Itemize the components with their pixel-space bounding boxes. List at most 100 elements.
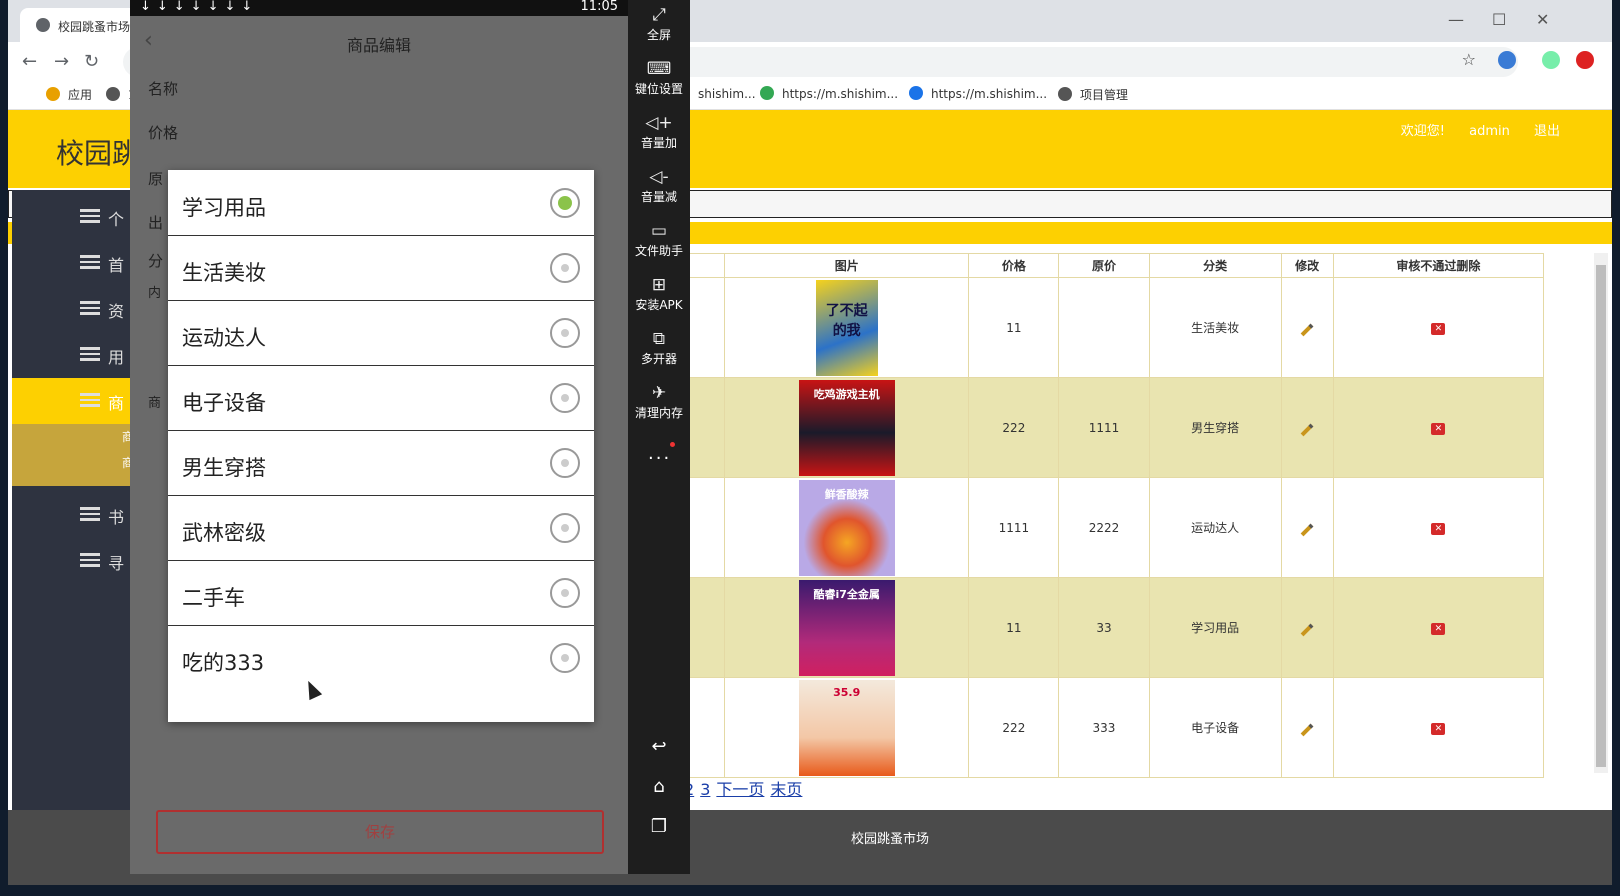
- emulator-tool[interactable]: ▭ 文件助手: [628, 220, 690, 259]
- forward-icon[interactable]: →: [54, 51, 69, 72]
- bookmark-item[interactable]: 项目管理: [1058, 86, 1128, 103]
- clean-memory-icon: ✈: [651, 383, 667, 403]
- close-icon[interactable]: ✕: [1536, 10, 1549, 29]
- home-nav-icon[interactable]: ⌂: [628, 776, 690, 797]
- radio-icon[interactable]: [550, 383, 580, 413]
- radio-icon[interactable]: [550, 513, 580, 543]
- radio-icon[interactable]: [550, 643, 580, 673]
- radio-icon[interactable]: [550, 253, 580, 283]
- delete-icon[interactable]: ✕: [1431, 623, 1446, 635]
- radio-icon[interactable]: [550, 578, 580, 608]
- more-icon[interactable]: ···: [648, 442, 676, 469]
- sidebar-item-label: 资: [108, 302, 125, 321]
- user-link[interactable]: admin: [1469, 124, 1510, 139]
- price-cell: 222: [968, 677, 1060, 778]
- table-row: 鲜香酸辣 1111 2222 运动达人 ✕: [667, 477, 1545, 578]
- sidebar-item[interactable]: 商: [12, 378, 136, 424]
- emulator-tool[interactable]: ✈ 清理内存: [628, 382, 690, 421]
- sidebar-item-label: 书: [108, 508, 125, 527]
- sidebar-item-label: 用: [108, 348, 125, 367]
- category-option[interactable]: 武林密级: [168, 495, 594, 561]
- image-cell: 酷睿i7全金属: [724, 577, 970, 678]
- emulator-tool[interactable]: ◁- 音量减: [628, 166, 690, 205]
- update-icon[interactable]: [1576, 51, 1594, 69]
- bookmark-item[interactable]: 应用: [46, 86, 92, 103]
- delete-icon[interactable]: ✕: [1431, 323, 1446, 335]
- product-image-caption: 鲜香酸辣: [824, 487, 869, 501]
- category-option[interactable]: 生活美妆: [168, 235, 594, 301]
- status-bar: ↓↓↓↓↓↓↓ 11:05: [130, 0, 628, 16]
- reload-icon[interactable]: ↻: [84, 51, 99, 72]
- emulator-tool[interactable]: ⧉ 多开器: [628, 328, 690, 367]
- category-option[interactable]: 电子设备: [168, 365, 594, 431]
- recents-nav-icon[interactable]: ❐: [628, 816, 690, 837]
- pager-link[interactable]: 末页: [770, 780, 802, 799]
- table-row: 吃鸡游戏主机 222 1111 男生穿搭 ✕: [667, 377, 1545, 478]
- product-image: 酷睿i7全金属: [798, 579, 895, 676]
- sidebar-item[interactable]: 书: [12, 492, 136, 538]
- sidebar-item[interactable]: 资: [12, 286, 136, 332]
- bookmark-item[interactable]: https://m.shishim...: [909, 86, 1047, 101]
- save-button[interactable]: 保存: [156, 810, 604, 854]
- column-header: 分类: [1148, 253, 1282, 278]
- product-image: 35.9: [798, 679, 895, 776]
- pager-link[interactable]: 下一页: [716, 780, 764, 799]
- category-option[interactable]: 二手车: [168, 560, 594, 626]
- pencil-icon[interactable]: [1300, 623, 1314, 636]
- emulator-tool[interactable]: ◁+ 音量加: [628, 112, 690, 151]
- emulator-tool[interactable]: ⌨ 键位设置: [628, 58, 690, 97]
- radio-icon[interactable]: [550, 188, 580, 218]
- pencil-icon[interactable]: [1300, 523, 1314, 536]
- scrollbar[interactable]: [1594, 253, 1608, 773]
- sidebar-item[interactable]: 寻: [12, 538, 136, 584]
- sidebar-item-label: 寻: [108, 554, 125, 573]
- avatar[interactable]: [1542, 51, 1560, 69]
- category-option-label: 电子设备: [182, 391, 266, 415]
- category-option[interactable]: 吃的333: [168, 625, 594, 691]
- page-title: 商品编辑: [346, 36, 411, 55]
- maximize-icon[interactable]: ☐: [1492, 10, 1506, 29]
- pencil-icon[interactable]: [1300, 423, 1314, 436]
- category-cell: 电子设备: [1148, 677, 1282, 778]
- pager-link[interactable]: 3: [700, 780, 710, 799]
- star-icon[interactable]: ☆: [1462, 50, 1476, 69]
- radio-icon[interactable]: [550, 318, 580, 348]
- bookmark-item[interactable]: https://m.shishim...: [760, 86, 898, 101]
- category-option[interactable]: 学习用品: [168, 170, 594, 236]
- extension-icon[interactable]: [1498, 51, 1516, 69]
- bookmark-icon: [760, 86, 774, 100]
- column-header: 图片: [724, 253, 970, 278]
- orig-price-cell: 33: [1058, 577, 1150, 678]
- back-icon[interactable]: ←: [22, 51, 37, 72]
- sidebar-item[interactable]: 用: [12, 332, 136, 378]
- pencil-icon[interactable]: [1300, 723, 1314, 736]
- emulator-tool[interactable]: ⊞ 安装APK: [628, 274, 690, 313]
- edit-cell: [1280, 677, 1334, 778]
- emulator-tool[interactable]: ⤢ 全屏: [628, 4, 690, 43]
- category-option[interactable]: 男生穿搭: [168, 430, 594, 496]
- delete-icon[interactable]: ✕: [1431, 723, 1446, 735]
- globe-icon: [36, 18, 50, 32]
- category-option-label: 男生穿搭: [182, 456, 266, 480]
- sidebar-item[interactable]: 首: [12, 240, 136, 286]
- delete-icon[interactable]: ✕: [1431, 423, 1446, 435]
- radio-icon[interactable]: [550, 448, 580, 478]
- pencil-icon[interactable]: [1300, 323, 1314, 336]
- minimize-icon[interactable]: —: [1448, 10, 1464, 29]
- sidebar: 个首资用商书寻商商: [12, 190, 136, 810]
- sidebar-item-label: 首: [108, 256, 125, 275]
- volume-up-icon: ◁+: [645, 113, 673, 133]
- bookmark-icon: [106, 87, 120, 101]
- product-image-caption: 了不起的我: [825, 302, 868, 339]
- sidebar-item[interactable]: 个: [12, 194, 136, 240]
- menu-icon: [80, 255, 100, 269]
- category-option[interactable]: 运动达人: [168, 300, 594, 366]
- menu-icon: [80, 347, 100, 361]
- back-nav-icon[interactable]: ↩: [628, 736, 690, 757]
- delete-icon[interactable]: ✕: [1431, 523, 1446, 535]
- column-header: 价格: [968, 253, 1060, 278]
- back-arrow-icon[interactable]: ‹: [144, 28, 153, 53]
- logout-link[interactable]: 退出: [1534, 124, 1560, 139]
- table-row: 35.9 222 333 电子设备 ✕: [667, 677, 1545, 778]
- category-option-label: 生活美妆: [182, 261, 266, 285]
